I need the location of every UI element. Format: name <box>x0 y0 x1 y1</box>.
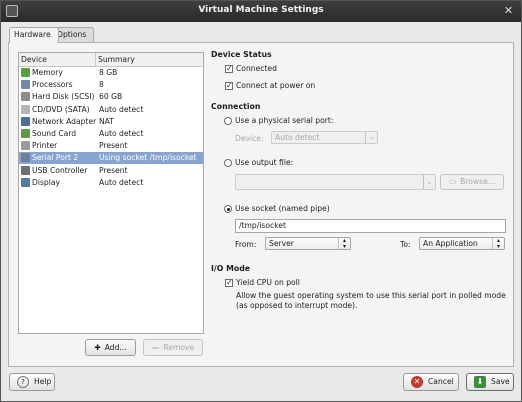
save-icon: ⬇ <box>474 376 486 388</box>
connect-at-power-on-checkbox[interactable]: ✓ <box>225 82 233 90</box>
title-bar[interactable]: Virtual Machine Settings ✕ <box>1 1 521 22</box>
chevron-down-icon: ⌄ <box>365 132 377 143</box>
save-button[interactable]: ⬇ Save <box>466 373 514 391</box>
network-adapter-icon <box>21 116 30 126</box>
device-name: Sound Card <box>32 129 77 138</box>
device-name: USB Controller <box>32 165 88 175</box>
from-label: From: <box>235 240 257 249</box>
device-name: Processors <box>32 80 73 90</box>
sound-card-icon <box>21 129 30 138</box>
tab-hardware[interactable]: Hardware <box>9 27 59 43</box>
device-summary: 8 GB <box>99 68 118 77</box>
device-name: Memory <box>32 68 63 77</box>
updown-arrows-icon: ▴ ▾ <box>492 238 504 249</box>
device-row[interactable]: Network Adapter NAT <box>19 116 203 128</box>
processor-icon <box>21 80 30 90</box>
device-label: Device: <box>235 134 264 143</box>
close-icon[interactable]: ✕ <box>502 4 515 17</box>
device-summary: 60 GB <box>99 92 123 102</box>
device-status-heading: Device Status <box>211 50 272 59</box>
device-row[interactable]: CD/DVD (SATA) Auto detect <box>19 104 203 116</box>
device-row[interactable]: USB Controller Present <box>19 165 203 177</box>
connected-label[interactable]: Connected <box>236 64 277 73</box>
cancel-button[interactable]: ✕ Cancel <box>403 373 459 391</box>
yield-cpu-description: Allow the guest operating system to use … <box>236 291 506 310</box>
printer-icon <box>21 141 30 151</box>
device-name: Hard Disk (SCSI) <box>32 92 95 102</box>
folder-icon: ▭ <box>448 177 457 186</box>
device-name: Display <box>32 177 60 187</box>
device-list-header: Device Summary <box>19 53 203 67</box>
connection-heading: Connection <box>211 102 261 111</box>
memory-icon <box>21 68 30 77</box>
socket-label[interactable]: Use socket (named pipe) <box>235 204 330 213</box>
to-dropdown[interactable]: An Application ▴ ▾ <box>419 237 505 250</box>
device-row[interactable]: Hard Disk (SCSI) 60 GB <box>19 91 203 103</box>
minus-icon: — <box>151 343 160 352</box>
device-summary: Present <box>99 165 128 175</box>
device-name: Serial Port 2 <box>32 153 79 163</box>
to-label: To: <box>400 240 411 249</box>
device-row[interactable]: Serial Port 2 Using socket /tmp/isocket <box>19 152 203 165</box>
connect-at-power-on-label[interactable]: Connect at power on <box>236 81 315 90</box>
socket-path-input[interactable]: /tmp/isocket <box>235 219 506 233</box>
io-mode-heading: I/O Mode <box>211 264 251 273</box>
browse-button[interactable]: ▭ Browse... <box>440 174 504 190</box>
cancel-icon: ✕ <box>411 376 423 388</box>
device-row[interactable]: Display Auto detect <box>19 177 203 189</box>
device-summary: Using socket /tmp/isocket <box>99 153 197 163</box>
output-file-label[interactable]: Use output file: <box>235 158 293 167</box>
help-button[interactable]: ? Help <box>9 373 55 391</box>
device-name: CD/DVD (SATA) <box>32 104 90 114</box>
hardware-panel: Device Summary Memory 8 GB Processors 8 Hard… <box>8 42 514 367</box>
device-name: Network Adapter <box>32 116 97 126</box>
updown-arrows-icon: ▴ ▾ <box>338 238 350 249</box>
device-row[interactable]: Memory 8 GB <box>19 67 203 79</box>
connected-checkbox[interactable]: ✓ <box>225 65 233 73</box>
device-summary: Auto detect <box>99 104 144 114</box>
output-file-radio[interactable] <box>224 159 232 167</box>
add-device-button[interactable]: ✚ Add... <box>85 339 136 356</box>
remove-device-button[interactable]: — Remove <box>143 339 203 356</box>
serial-port-icon <box>21 153 30 163</box>
yield-cpu-label[interactable]: Yield CPU on poll <box>236 278 300 287</box>
window-title: Virtual Machine Settings <box>198 5 324 15</box>
yield-cpu-checkbox[interactable]: ✓ <box>225 279 233 287</box>
summary-column-header[interactable]: Summary <box>98 55 135 64</box>
hard-disk-icon <box>21 92 30 102</box>
device-column-header[interactable]: Device <box>21 55 47 64</box>
chevron-down-icon: ⌄ <box>423 175 435 189</box>
usb-controller-icon <box>21 165 30 175</box>
device-summary: Auto detect <box>99 177 144 187</box>
device-summary: NAT <box>99 116 114 126</box>
device-summary: Present <box>99 141 128 151</box>
help-icon: ? <box>17 376 29 388</box>
device-row[interactable]: Processors 8 <box>19 79 203 91</box>
device-summary: 8 <box>99 80 104 90</box>
from-dropdown[interactable]: Server ▴ ▾ <box>265 237 351 250</box>
device-name: Printer <box>32 141 58 151</box>
physical-serial-port-radio[interactable] <box>224 117 232 125</box>
device-summary: Auto detect <box>99 129 144 138</box>
physical-serial-port-label[interactable]: Use a physical serial port: <box>235 116 333 125</box>
device-list[interactable]: Device Summary Memory 8 GB Processors 8 Hard… <box>18 52 204 334</box>
display-icon <box>21 177 30 187</box>
socket-radio[interactable] <box>224 205 232 213</box>
physical-device-dropdown[interactable]: Auto detect ⌄ <box>271 131 378 144</box>
device-row[interactable]: Sound Card Auto detect <box>19 128 203 140</box>
device-row[interactable]: Printer Present <box>19 140 203 152</box>
output-file-combo[interactable]: ⌄ <box>235 174 436 190</box>
settings-window: Virtual Machine Settings ✕ Hardware Opti… <box>0 0 522 402</box>
plus-icon: ✚ <box>94 343 101 352</box>
cd-dvd-icon <box>21 104 30 114</box>
